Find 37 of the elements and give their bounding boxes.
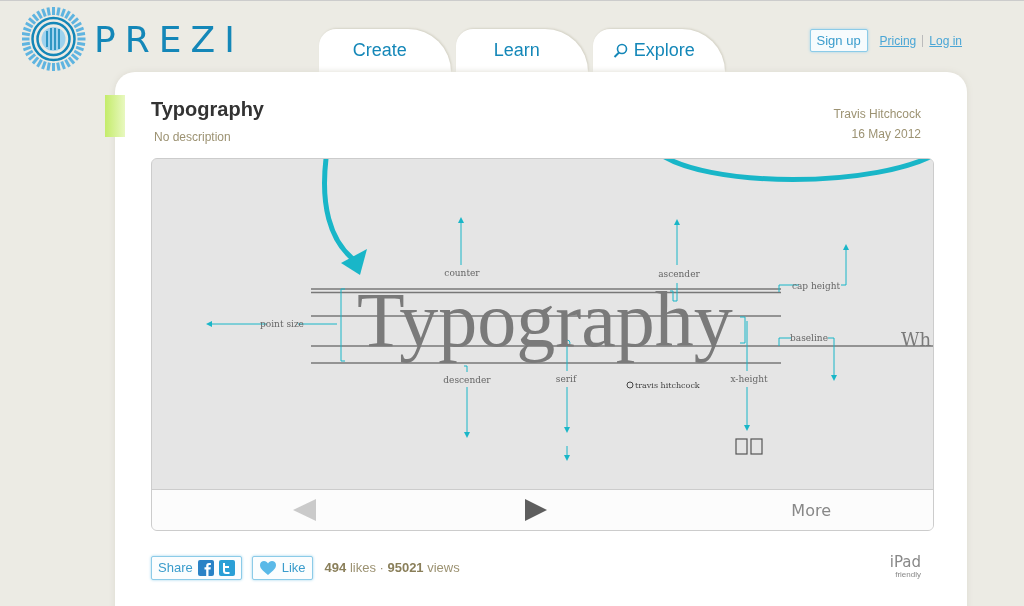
facebook-icon[interactable] (197, 559, 214, 576)
next-button[interactable] (524, 498, 548, 522)
sign-up-button[interactable]: Sign up (809, 29, 868, 52)
more-button[interactable]: More (791, 500, 831, 520)
date-text: 16 May 2012 (850, 126, 921, 143)
diagram-label: descender (443, 375, 491, 385)
stats-text: 494 likes · 95021 views (324, 560, 460, 575)
diagram-label: counter (444, 268, 480, 278)
diagram-label: point size (260, 319, 304, 329)
twitter-icon[interactable] (218, 559, 235, 576)
diagram-label: baseline (790, 333, 828, 343)
leader-line (778, 244, 849, 293)
search-icon (612, 43, 628, 58)
header-link[interactable]: Log in (929, 33, 962, 48)
logo-icon[interactable] (22, 7, 86, 71)
share-button[interactable]: Share (151, 555, 242, 580)
author-avatar-icon (626, 381, 634, 389)
diagram-label: x-height (730, 374, 768, 384)
prezi-title: Typography (151, 98, 264, 121)
like-button[interactable]: Like (251, 555, 313, 580)
nav-tab[interactable]: Explore (592, 29, 725, 72)
logo-wordmark[interactable]: PREZI (94, 18, 244, 60)
leader-line (458, 217, 464, 266)
header-link[interactable]: Pricing (879, 33, 917, 48)
diagram-label: serif (555, 374, 577, 384)
ipad-note: friendly (894, 570, 921, 580)
author-name[interactable]: Travis Hitchcock (833, 104, 921, 124)
page-pair-icon (735, 438, 763, 455)
description-text: No description (154, 130, 232, 144)
nav-tab[interactable]: Learn (455, 29, 588, 72)
ipad-label: iPad (889, 555, 921, 570)
accent-marker (105, 95, 125, 137)
cut-off-text: Wh (901, 329, 932, 350)
credit-text: travis hitchcock (635, 380, 700, 390)
nav-tab[interactable]: Create (318, 29, 451, 72)
diagram-label: cap height (791, 281, 841, 291)
heart-icon (258, 559, 277, 576)
